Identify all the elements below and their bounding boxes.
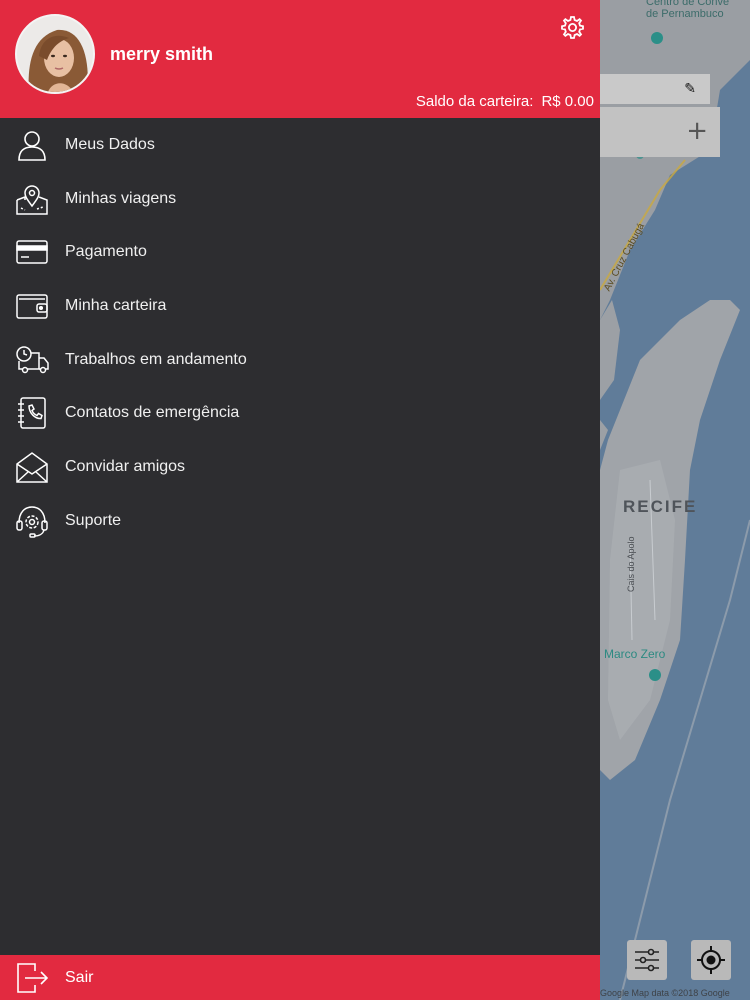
logout-icon (15, 961, 49, 995)
map-attribution: Google Map data ©2018 Google (600, 988, 730, 998)
crosshair-icon (697, 946, 725, 974)
wallet-balance-label: Saldo da carteira: (415, 93, 534, 110)
pencil-icon[interactable]: ✎ (684, 80, 696, 97)
wallet-balance-amount: R$ 0.00 (541, 93, 594, 110)
envelope-icon (15, 450, 49, 484)
avatar[interactable] (15, 14, 95, 94)
locate-button[interactable] (691, 940, 731, 980)
menu-item-minhas-viagens[interactable]: Minhas viagens (0, 172, 600, 226)
map-pin-icon (15, 182, 49, 216)
menu-item-label: Minha carteira (65, 296, 167, 314)
gear-icon (561, 16, 584, 39)
map-street-label: Cais do Apolo (626, 536, 636, 592)
menu-item-pagamento[interactable]: Pagamento (0, 225, 600, 279)
sliders-icon (635, 948, 659, 972)
logout-button[interactable]: Sair (0, 955, 600, 1000)
map-poi-marco-zero-label: Marco Zero (604, 647, 666, 661)
phone-book-icon (15, 396, 49, 430)
menu-item-label: Contatos de emergência (65, 404, 240, 422)
settings-button[interactable] (558, 14, 586, 42)
user-name: merry smith (110, 44, 214, 64)
plus-icon[interactable]: + (686, 116, 708, 146)
menu-item-meus-dados[interactable]: Meus Dados (0, 118, 600, 172)
menu-item-label: Convidar amigos (65, 457, 186, 475)
user-icon (15, 128, 49, 162)
filter-button[interactable] (627, 940, 667, 980)
navigation-drawer: merry smith Saldo da carteira: R$ 0.00 Me… (0, 0, 600, 1000)
map-poi-centro-label: Centro de Conve de Pernambuco (646, 0, 730, 20)
menu-item-label: Pagamento (65, 243, 147, 261)
menu-item-minha-carteira[interactable]: Minha carteira (0, 279, 600, 333)
menu-item-label: Minhas viagens (65, 189, 177, 207)
map-city-label: RECIFE (623, 497, 698, 516)
menu-item-contatos-de-emergencia[interactable]: Contatos de emergência (0, 386, 600, 440)
support-headset-icon (15, 504, 49, 538)
menu-item-convidar-amigos[interactable]: Convidar amigos (0, 440, 600, 494)
wallet-icon (15, 289, 49, 323)
menu-item-label: Trabalhos em andamento (65, 350, 247, 368)
wallet-balance: Saldo da carteira: R$ 0.00 (408, 93, 594, 110)
map-search-bar[interactable]: ✎ (600, 74, 710, 104)
menu-item-suporte[interactable]: Suporte (0, 494, 600, 548)
map-add-bar[interactable]: + (600, 107, 720, 157)
drawer-header: merry smith Saldo da carteira: R$ 0.00 (0, 0, 600, 118)
menu-item-label: Suporte (65, 511, 122, 529)
drawer-menu: Meus Dados Minhas viagens Pagamento Minh… (0, 118, 600, 548)
menu-item-label: Meus Dados (65, 135, 155, 153)
credit-card-icon (15, 235, 49, 269)
logout-label: Sair (65, 968, 94, 986)
menu-item-trabalhos-em-andamento[interactable]: Trabalhos em andamento (0, 333, 600, 387)
user-photo-icon (17, 16, 93, 92)
truck-clock-icon (15, 343, 49, 377)
